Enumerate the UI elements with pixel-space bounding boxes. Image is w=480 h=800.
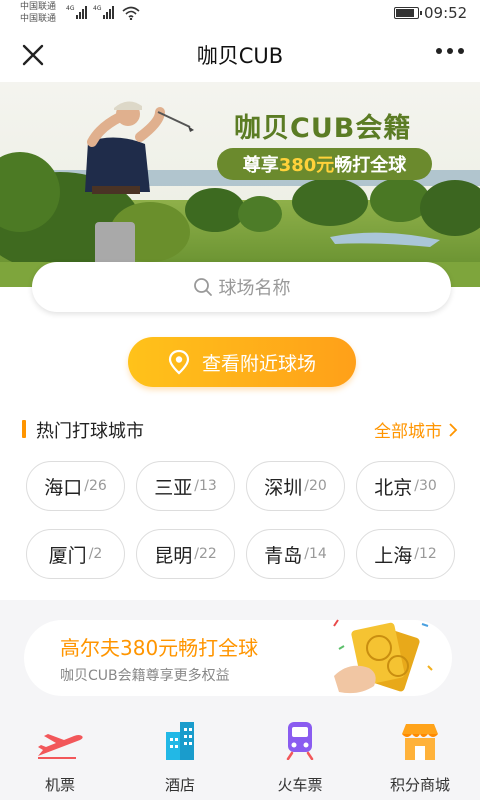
bottom-nav: 机票 酒店 火车票 积分商城: [0, 708, 480, 800]
city-count: /26: [84, 478, 107, 494]
more-button[interactable]: [436, 48, 464, 54]
banner-subtitle: 尊享 380元 畅打全球: [217, 148, 432, 180]
nav-label: 酒店: [164, 776, 195, 794]
city-name: 厦门: [48, 544, 87, 567]
signal-2-icon: 4G: [93, 5, 115, 19]
train-icon: [286, 722, 314, 760]
membership-card-icon: [333, 619, 433, 694]
carrier-1: 中国联通: [20, 2, 57, 12]
banner[interactable]: 咖贝CUB会籍 尊享 380元 畅打全球: [0, 82, 480, 287]
banner-subtitle-prefix: 尊享: [242, 155, 279, 176]
more-icon: [436, 48, 442, 54]
city-name: 海口: [44, 476, 83, 499]
city-chip-beijing[interactable]: 北京/30: [356, 461, 455, 511]
nav-item-trains[interactable]: 火车票: [240, 708, 360, 800]
city-count: /14: [304, 546, 327, 562]
hotel-icon: [166, 722, 194, 760]
nav-item-points-mall[interactable]: 积分商城: [360, 708, 480, 800]
chevron-right-icon: [449, 422, 458, 437]
city-name: 青岛: [264, 544, 303, 567]
city-count: /30: [414, 478, 437, 494]
hot-cities-header: 热门打球城市 全部城市: [22, 417, 458, 442]
membership-promo-card[interactable]: 高尔夫380元畅打全球 咖贝CUB会籍尊享更多权益: [24, 619, 452, 696]
promo-subtitle: 咖贝CUB会籍尊享更多权益: [60, 668, 230, 684]
city-name: 深圳: [264, 476, 303, 499]
clock: 09:52: [424, 4, 468, 22]
city-count: /12: [414, 546, 437, 562]
city-name: 昆明: [154, 544, 193, 567]
nav-label: 火车票: [277, 776, 323, 794]
city-chip-xiamen[interactable]: 厦门/2: [26, 529, 125, 579]
location-pin-icon: [168, 349, 190, 375]
city-count: /20: [304, 478, 327, 494]
city-name: 上海: [374, 544, 413, 567]
city-chip-haikou[interactable]: 海口/26: [26, 461, 125, 511]
city-count: /22: [194, 546, 217, 562]
network-type-2: 4G: [93, 5, 102, 12]
banner-subtitle-suffix: 畅打全球: [334, 155, 407, 176]
shop-icon: [402, 724, 438, 760]
search-input[interactable]: 球场名称: [32, 262, 451, 312]
nearby-courses-button[interactable]: 查看附近球场: [128, 337, 356, 387]
nav-item-hotels[interactable]: 酒店: [120, 708, 240, 800]
hot-cities-title: 热门打球城市: [36, 421, 144, 442]
city-chip-shenzhen[interactable]: 深圳/20: [246, 461, 345, 511]
city-name: 北京: [374, 476, 413, 499]
airplane-icon: [38, 734, 83, 759]
page-title: 咖贝CUB: [196, 44, 284, 68]
carrier-labels: 中国联通 中国联通: [20, 1, 56, 25]
battery-fill: [396, 9, 414, 17]
search-placeholder: 球场名称: [218, 278, 291, 299]
banner-title: 咖贝CUB会籍: [234, 113, 412, 144]
city-name: 三亚: [154, 476, 193, 499]
carrier-2: 中国联通: [20, 14, 57, 24]
nearby-courses-label: 查看附近球场: [201, 352, 316, 375]
nav-label: 积分商城: [389, 776, 450, 794]
title-bar: 咖贝CUB: [0, 28, 480, 82]
battery-icon: [394, 7, 422, 19]
network-type-1: 4G: [66, 5, 75, 12]
status-bar: 中国联通 中国联通 4G 4G 09:52: [0, 0, 480, 28]
city-chip-qingdao[interactable]: 青岛/14: [246, 529, 345, 579]
city-chip-sanya[interactable]: 三亚/13: [136, 461, 235, 511]
promo-title: 高尔夫380元畅打全球: [60, 636, 259, 660]
banner-price: 380元: [278, 155, 335, 176]
city-count: /2: [88, 546, 103, 562]
main-content: 查看附近球场 热门打球城市 全部城市 海口/26 三亚/13 深圳/20 北京 /…: [0, 287, 480, 600]
nav-item-flights[interactable]: 机票: [0, 708, 120, 800]
all-cities-label: 全部城市: [374, 422, 442, 442]
city-count: /13: [194, 478, 217, 494]
wifi-icon: [122, 6, 140, 20]
signal-1-icon: 4G: [66, 5, 88, 19]
nav-label: 机票: [44, 776, 75, 794]
all-cities-link[interactable]: 全部城市: [374, 417, 458, 442]
search-icon: [193, 278, 212, 296]
section-accent-bar: [22, 420, 26, 438]
city-chip-shanghai[interactable]: 上海/12: [356, 529, 455, 579]
city-chip-kunming[interactable]: 昆明/22: [136, 529, 235, 579]
